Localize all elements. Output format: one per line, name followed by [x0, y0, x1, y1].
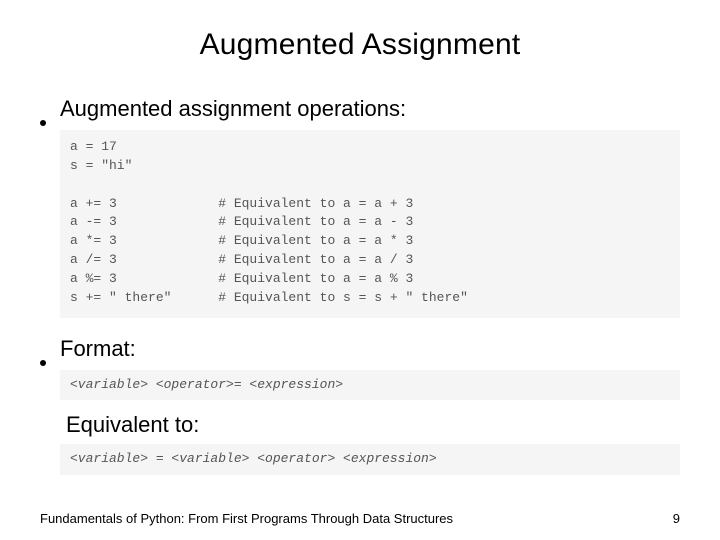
bullet-text-operations: Augmented assignment operations:	[60, 96, 406, 122]
footer-source-text: Fundamentals of Python: From First Progr…	[40, 511, 453, 526]
code-example-block: a = 17 s = "hi" a += 3 # Equivalent to a…	[60, 130, 680, 318]
slide-footer: Fundamentals of Python: From First Progr…	[40, 511, 680, 526]
equivalent-syntax-block: <variable> = <variable> <operator> <expr…	[60, 444, 680, 475]
page-number: 9	[673, 511, 680, 526]
format-syntax-block: <variable> <operator>= <expression>	[60, 370, 680, 401]
equivalent-to-label: Equivalent to:	[66, 412, 680, 438]
slide-container: Augmented Assignment Augmented assignmen…	[0, 0, 720, 540]
slide-title: Augmented Assignment	[40, 28, 680, 62]
bullet-dot-icon	[40, 360, 46, 366]
bullet-item-format: Format:	[40, 336, 680, 362]
bullet-dot-icon	[40, 120, 46, 126]
bullet-item-operations: Augmented assignment operations:	[40, 96, 680, 122]
bullet-text-format: Format:	[60, 336, 136, 362]
